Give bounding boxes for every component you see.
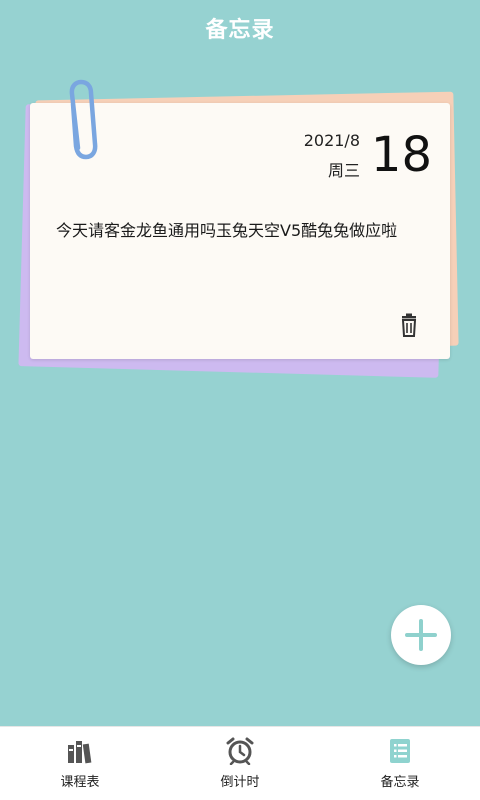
alarm-clock-icon xyxy=(226,737,254,765)
memo-content: 今天请客金龙鱼通用吗玉兔天空V5酷兔兔做应啦 xyxy=(56,221,398,240)
memo-weekday: 周三 xyxy=(327,161,360,180)
nav-item-memo[interactable]: 备忘录 xyxy=(320,727,480,800)
nav-label-schedule: 课程表 xyxy=(60,775,100,790)
bottom-nav: 课程表 倒计时 备忘录 xyxy=(0,726,480,800)
memo-list-icon xyxy=(390,739,410,763)
nav-item-schedule[interactable]: 课程表 xyxy=(0,727,160,800)
books-icon xyxy=(68,741,92,764)
nav-label-memo: 备忘录 xyxy=(380,775,420,790)
memo-date-year-month: 2021/8 xyxy=(303,131,360,150)
add-memo-button[interactable] xyxy=(391,605,451,665)
nav-label-countdown: 倒计时 xyxy=(220,775,260,790)
memo-card-stack[interactable]: 2021/8 周三 18 今天请客金龙鱼通用吗玉兔天空V5酷兔兔做应啦 xyxy=(0,0,480,400)
nav-item-countdown[interactable]: 倒计时 xyxy=(160,727,320,800)
plus-icon xyxy=(405,619,437,651)
trash-icon[interactable] xyxy=(398,313,420,337)
memo-day: 18 xyxy=(370,127,432,183)
paperclip-icon xyxy=(69,79,98,160)
